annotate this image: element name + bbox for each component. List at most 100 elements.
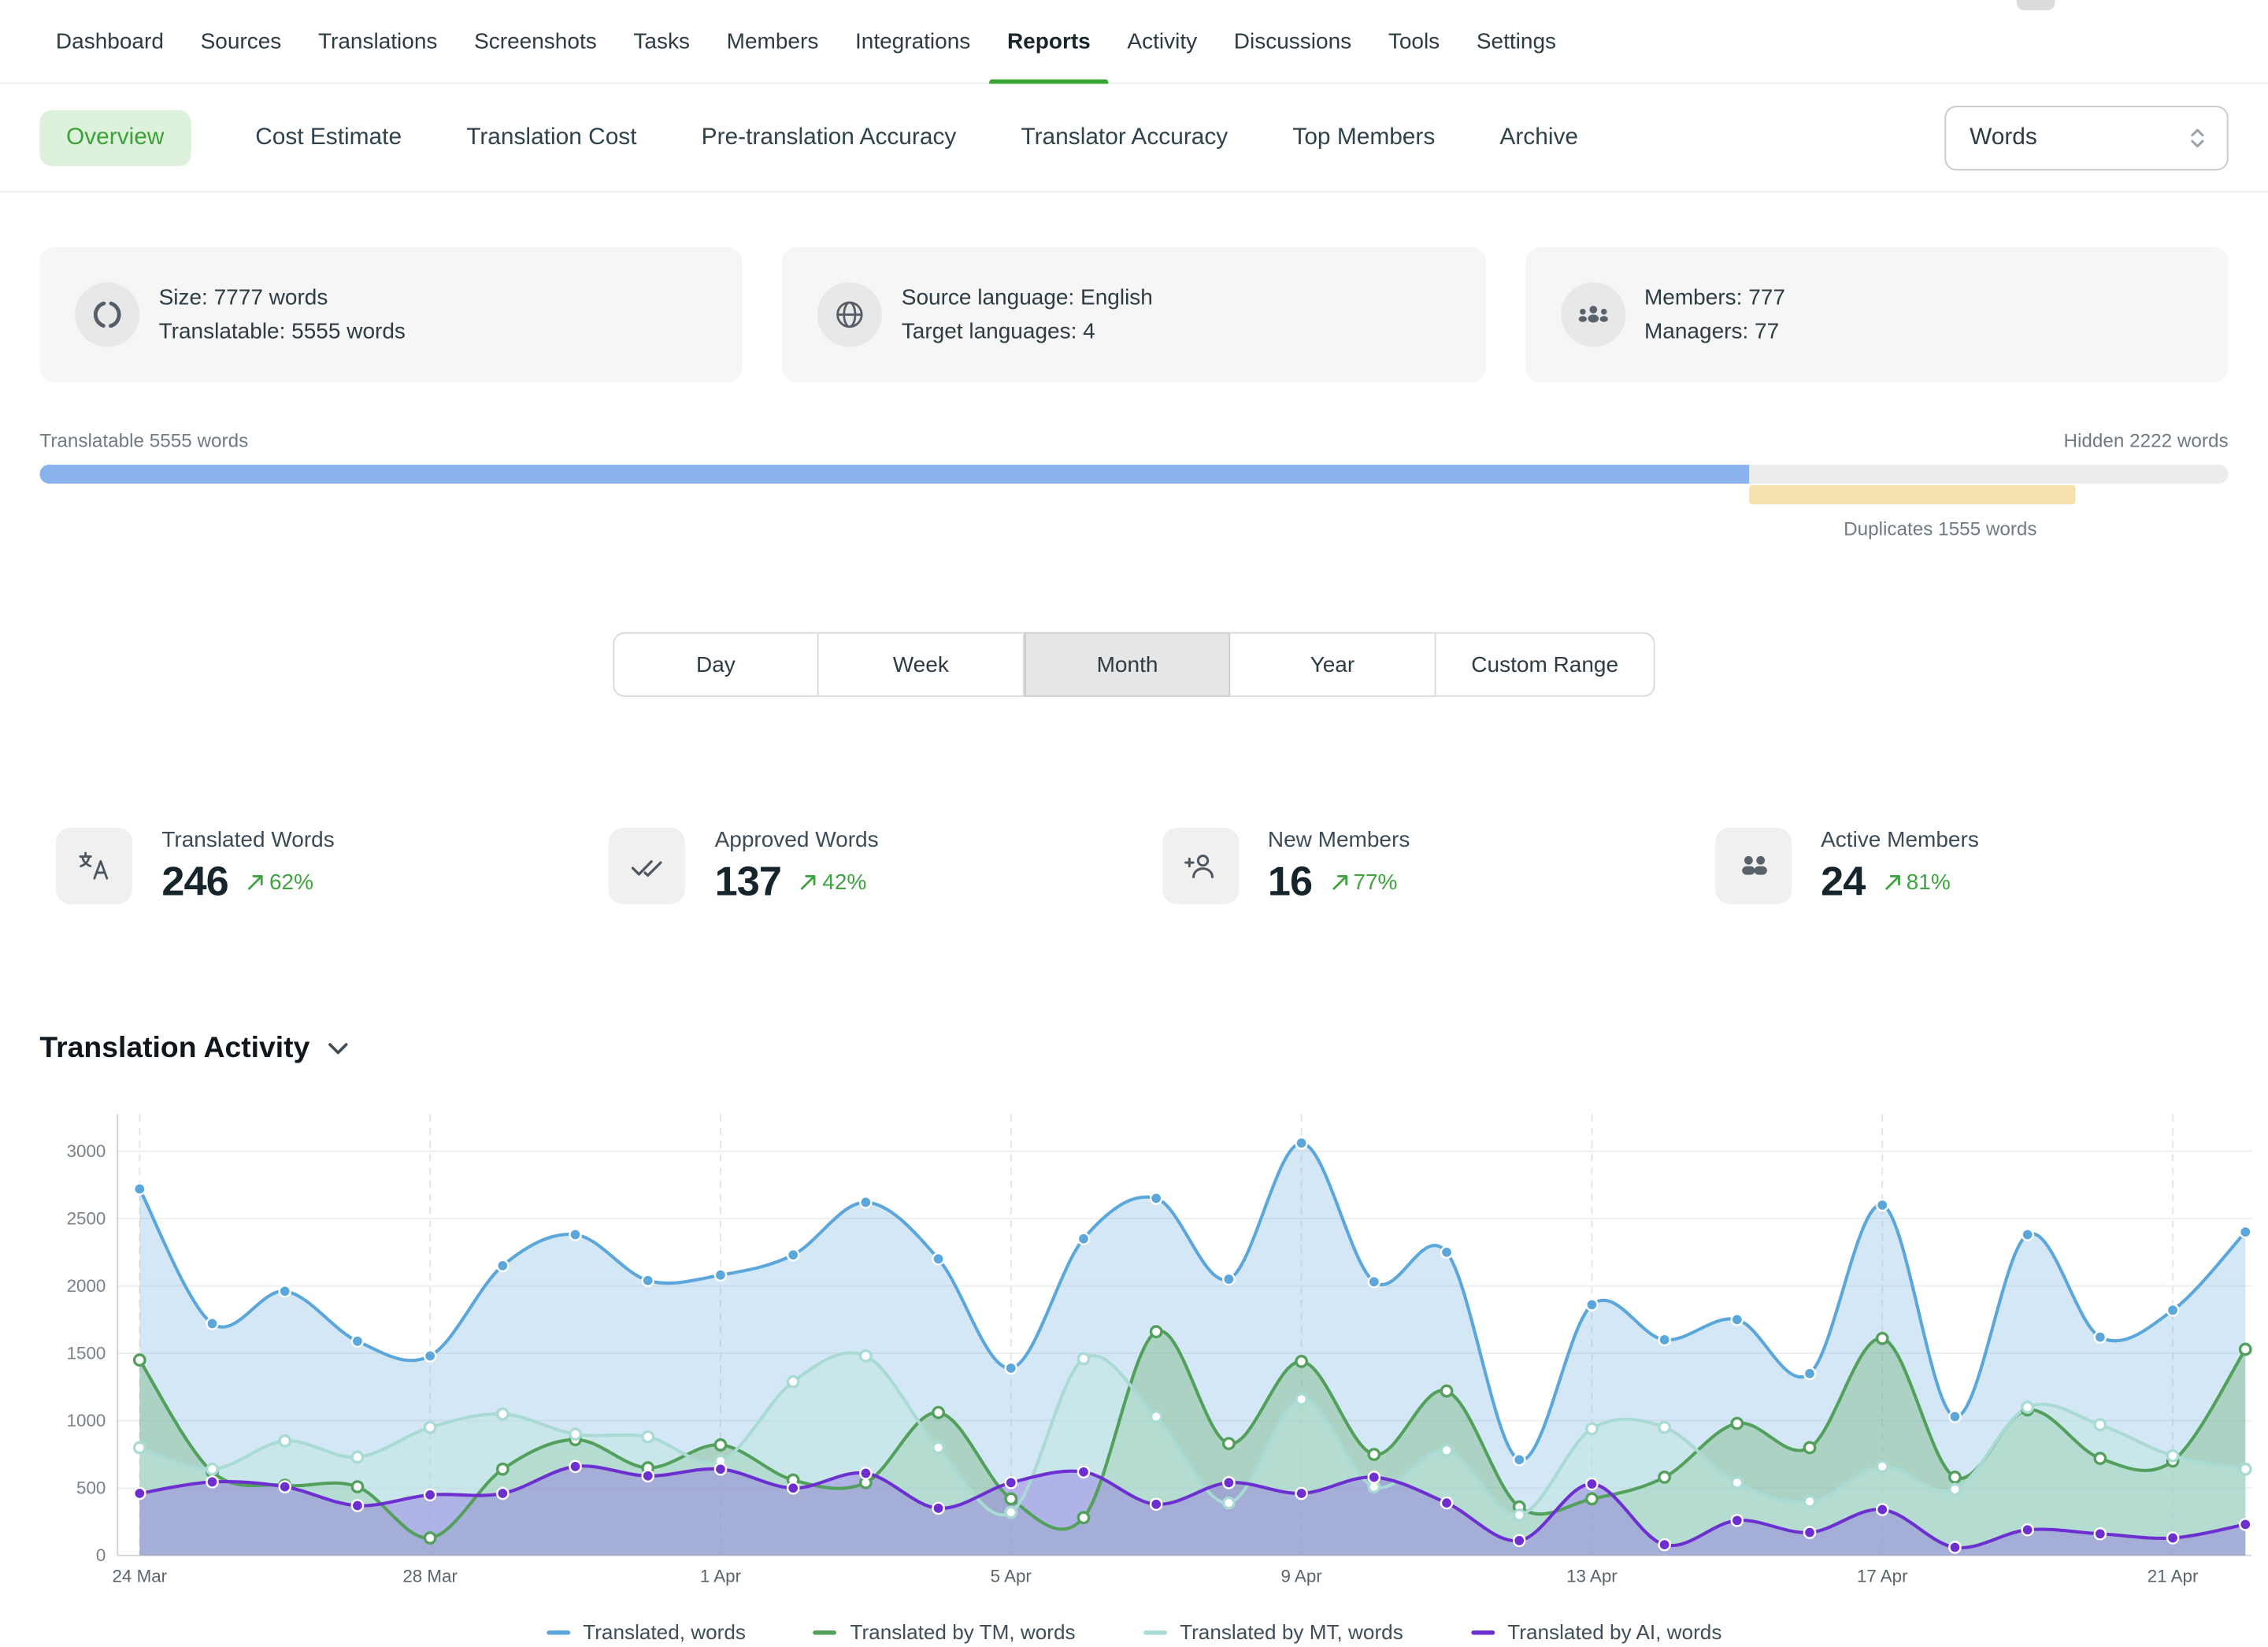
words-progress-section: Translatable 5555 words Hidden 2222 word… <box>0 429 2268 540</box>
svg-text:2000: 2000 <box>67 1276 106 1296</box>
languages-card: Source language: English Target language… <box>783 247 1486 383</box>
nav-members[interactable]: Members <box>727 0 819 83</box>
tab-translator-accuracy[interactable]: Translator Accuracy <box>1021 124 1228 151</box>
section-title: Translation Activity <box>39 1032 309 1066</box>
svg-text:9 Apr: 9 Apr <box>1280 1566 1322 1586</box>
stat-active-members: Active Members 24 81% <box>1715 828 2268 904</box>
card-line-size: Size: 7777 words <box>159 281 406 315</box>
trend-up-icon <box>247 874 265 891</box>
nav-reports[interactable]: Reports <box>1007 0 1091 83</box>
stat-label: Translated Words <box>161 828 334 855</box>
add-member-icon <box>1162 828 1238 904</box>
legend-marker-tm <box>813 1630 837 1634</box>
stat-label: New Members <box>1268 828 1410 855</box>
range-custom-button[interactable]: Custom Range <box>1436 632 1655 697</box>
stat-delta-value: 81% <box>1907 870 1951 895</box>
card-line-managers: Managers: 77 <box>1644 314 1785 348</box>
nav-translations[interactable]: Translations <box>318 0 437 83</box>
progress-circle-icon <box>75 282 139 347</box>
stat-value: 137 <box>715 860 781 904</box>
legend-item-translated[interactable]: Translated, words <box>547 1620 746 1644</box>
stat-translated-words: Translated Words 246 62% <box>56 828 609 904</box>
range-day-button[interactable]: Day <box>613 632 818 697</box>
tab-overview[interactable]: Overview <box>39 109 191 165</box>
stats-row: Translated Words 246 62% Approved Words … <box>0 828 2268 904</box>
nav-integrations[interactable]: Integrations <box>855 0 970 83</box>
chevron-down-icon[interactable] <box>328 1042 348 1055</box>
svg-text:1 Apr: 1 Apr <box>700 1566 742 1586</box>
duplicates-bar-row <box>39 485 2228 504</box>
tab-archive[interactable]: Archive <box>1499 124 1578 151</box>
legend-marker-mt <box>1143 1630 1166 1634</box>
stat-value: 16 <box>1268 860 1312 904</box>
card-line-source-language: Source language: English <box>902 281 1153 315</box>
nav-sources[interactable]: Sources <box>201 0 282 83</box>
svg-text:21 Apr: 21 Apr <box>2148 1566 2199 1586</box>
svg-text:500: 500 <box>76 1478 106 1498</box>
nav-settings[interactable]: Settings <box>1477 0 1556 83</box>
reports-page: Dashboard Sources Translations Screensho… <box>0 0 2268 1647</box>
unit-select[interactable]: Words <box>1944 105 2228 169</box>
trend-up-icon <box>800 874 817 891</box>
legend-label: Translated by MT, words <box>1180 1620 1403 1644</box>
two-members-icon <box>1715 828 1792 904</box>
svg-text:24 Mar: 24 Mar <box>112 1566 167 1586</box>
trend-up-icon <box>1331 874 1348 891</box>
translation-activity-chart[interactable]: 05001000150020002500300024 Mar28 Mar1 Ap… <box>0 1096 2268 1597</box>
legend-item-ai[interactable]: Translated by AI, words <box>1471 1620 1722 1644</box>
words-progress-bar <box>39 465 2228 484</box>
duplicates-label: Duplicates 1555 words <box>1844 517 2037 540</box>
date-range-selector: Day Week Month Year Custom Range <box>0 632 2268 697</box>
nav-tools[interactable]: Tools <box>1388 0 1440 83</box>
project-size-card: Size: 7777 words Translatable: 5555 word… <box>39 247 743 383</box>
reports-subnav: Overview Cost Estimate Translation Cost … <box>0 83 2268 192</box>
nav-tasks[interactable]: Tasks <box>633 0 690 83</box>
range-week-button[interactable]: Week <box>819 632 1025 697</box>
svg-text:1000: 1000 <box>67 1411 106 1430</box>
legend-label: Translated by AI, words <box>1507 1620 1721 1644</box>
svg-text:28 Mar: 28 Mar <box>402 1566 458 1586</box>
members-icon <box>1561 282 1625 347</box>
select-arrows-icon <box>2187 126 2207 150</box>
stat-label: Approved Words <box>715 828 879 855</box>
double-check-icon <box>609 828 685 904</box>
tab-pretranslation-accuracy[interactable]: Pre-translation Accuracy <box>702 124 957 151</box>
stat-value: 246 <box>161 860 228 904</box>
svg-text:3000: 3000 <box>67 1141 106 1161</box>
translation-activity-header: Translation Activity <box>0 1029 2268 1069</box>
nav-activity[interactable]: Activity <box>1127 0 1197 83</box>
nav-discussions[interactable]: Discussions <box>1234 0 1351 83</box>
legend-item-tm[interactable]: Translated by TM, words <box>813 1620 1076 1644</box>
globe-icon <box>817 282 882 347</box>
stat-label: Active Members <box>1821 828 1979 855</box>
translatable-fill <box>39 465 1749 484</box>
svg-text:5 Apr: 5 Apr <box>991 1566 1032 1586</box>
range-month-button[interactable]: Month <box>1025 632 1230 697</box>
svg-text:0: 0 <box>96 1545 106 1565</box>
stat-delta-value: 62% <box>269 870 313 895</box>
translatable-words-label: Translatable 5555 words <box>39 429 248 451</box>
summary-cards: Size: 7777 words Translatable: 5555 word… <box>0 193 2268 383</box>
tab-top-members[interactable]: Top Members <box>1292 124 1435 151</box>
legend-marker-translated <box>547 1630 570 1634</box>
legend-marker-ai <box>1471 1630 1495 1634</box>
hidden-words-label: Hidden 2222 words <box>2064 429 2229 451</box>
tab-cost-estimate[interactable]: Cost Estimate <box>255 124 402 151</box>
legend-item-mt[interactable]: Translated by MT, words <box>1143 1620 1403 1644</box>
trend-up-icon <box>1884 874 1902 891</box>
range-year-button[interactable]: Year <box>1230 632 1436 697</box>
card-line-members: Members: 777 <box>1644 281 1785 315</box>
chart-legend: Translated, words Translated by TM, word… <box>0 1620 2268 1644</box>
svg-text:13 Apr: 13 Apr <box>1566 1566 1618 1586</box>
svg-text:1500: 1500 <box>67 1344 106 1363</box>
tab-translation-cost[interactable]: Translation Cost <box>466 124 636 151</box>
stat-delta-value: 77% <box>1353 870 1397 895</box>
legend-label: Translated, words <box>583 1620 746 1644</box>
unit-select-value: Words <box>1970 124 2037 151</box>
duplicates-fill <box>1749 485 2075 504</box>
main-nav: Dashboard Sources Translations Screensho… <box>0 0 2268 83</box>
nav-screenshots[interactable]: Screenshots <box>474 0 597 83</box>
svg-text:17 Apr: 17 Apr <box>1857 1566 1908 1586</box>
members-card: Members: 777 Managers: 77 <box>1525 247 2229 383</box>
nav-dashboard[interactable]: Dashboard <box>56 0 164 83</box>
